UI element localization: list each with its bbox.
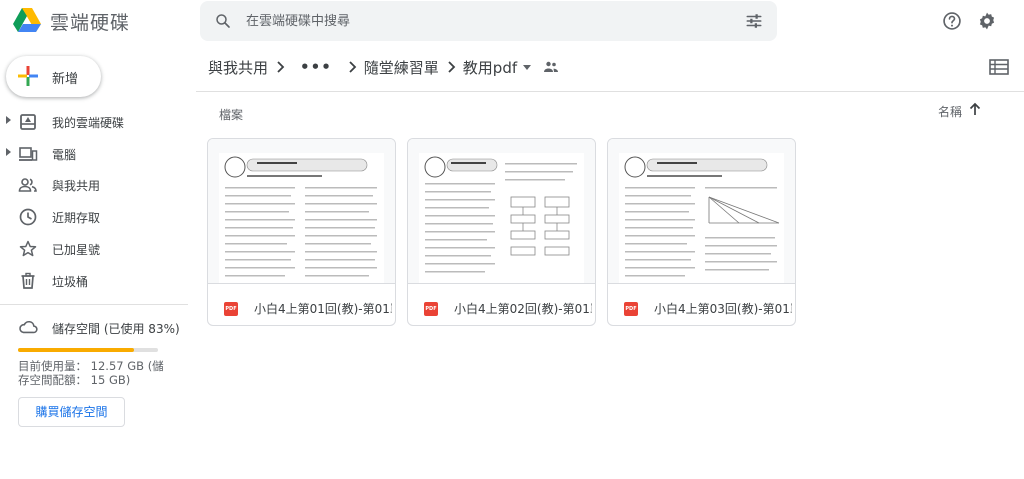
breadcrumb-item-shared[interactable]: 與我共用 [208,57,268,78]
new-button[interactable]: 新增 [6,56,101,97]
chevron-right-icon [340,57,364,77]
pdf-file-icon: PDF [624,302,638,316]
worksheet-preview-image [619,153,784,283]
sidebar-item-my-drive[interactable]: 我的雲端硬碟 [0,107,185,137]
shared-people-icon [18,178,37,192]
worksheet-preview-image [219,153,384,283]
search-bar[interactable] [200,1,777,41]
sort-by-name-button[interactable]: 名稱 [938,103,962,120]
arrow-up-icon[interactable] [968,102,982,116]
sidebar-item-trash[interactable]: 垃圾桶 [0,266,185,296]
file-card[interactable]: PDF 小白4上第02回(教)-第01單... [407,138,596,326]
file-name: 小白4上第01回(教)-第01單... [254,302,392,316]
file-name: 小白4上第02回(教)-第01單... [454,302,592,316]
file-card[interactable]: PDF 小白4上第01回(教)-第01單... [207,138,396,326]
files-section-label: 檔案 [219,108,244,122]
sidebar-item-shared[interactable]: 與我共用 [0,170,185,200]
buy-storage-button[interactable]: 購買儲存空間 [18,397,125,427]
app-title[interactable]: 雲端硬碟 [50,8,130,35]
clock-icon [19,208,37,226]
trash-icon [21,272,35,289]
file-thumbnail[interactable] [608,139,795,284]
storage-detail: 目前使用量： 12.57 GB (儲存空間配額： 15 GB) [18,359,164,387]
new-button-label: 新增 [52,72,79,87]
sidebar-item-label: 與我共用 [52,179,101,193]
cloud-icon [19,320,38,334]
drive-icon [20,114,36,130]
list-view-icon[interactable] [989,59,1009,75]
pdf-file-icon: PDF [224,302,238,316]
search-options-icon[interactable] [745,12,763,30]
storage-usage-bar [18,348,158,352]
shared-folder-icon [544,61,559,72]
storage-usage-fill [18,348,135,352]
help-icon[interactable] [942,11,962,31]
file-name: 小白4上第03回(教)-第01單... [654,302,792,316]
file-thumbnail[interactable] [208,139,395,284]
expand-arrow-icon[interactable] [6,116,11,124]
search-icon[interactable] [214,12,232,30]
breadcrumb-current-folder[interactable]: 教用pdf [463,57,517,78]
computer-icon [19,147,38,161]
star-icon [19,240,37,257]
chevron-right-icon [439,57,463,77]
chevron-right-icon [268,57,292,77]
sidebar-item-label: 我的雲端硬碟 [52,116,125,130]
file-card[interactable]: PDF 小白4上第03回(教)-第01單... [607,138,796,326]
toolbar-divider [196,91,1024,92]
storage-label[interactable]: 儲存空間 (已使用 83%) [52,320,180,337]
top-bar: 雲端硬碟 [0,0,1024,44]
plus-icon [18,66,38,86]
sidebar-item-label: 電腦 [52,148,77,162]
pdf-file-icon: PDF [424,302,438,316]
file-thumbnail[interactable] [408,139,595,284]
breadcrumb-more-button[interactable]: ••• [292,58,340,76]
sidebar-item-recent[interactable]: 近期存取 [0,202,185,232]
sidebar-item-label: 近期存取 [52,211,101,225]
gear-icon[interactable] [977,11,997,31]
breadcrumb-item-folder[interactable]: 隨堂練習單 [364,57,439,78]
expand-arrow-icon[interactable] [6,148,11,156]
sidebar-item-computers[interactable]: 電腦 [0,139,185,169]
worksheet-preview-image [419,153,584,283]
sidebar-divider [0,304,188,305]
drive-logo-icon[interactable] [12,6,42,34]
sidebar-item-label: 已加星號 [52,243,101,257]
sidebar-item-label: 垃圾桶 [52,275,89,289]
folder-menu-caret-icon[interactable] [523,64,532,70]
breadcrumb: 與我共用 ••• 隨堂練習單 教用pdf [208,56,559,78]
sidebar-item-starred[interactable]: 已加星號 [0,234,185,264]
search-input[interactable] [246,10,716,32]
